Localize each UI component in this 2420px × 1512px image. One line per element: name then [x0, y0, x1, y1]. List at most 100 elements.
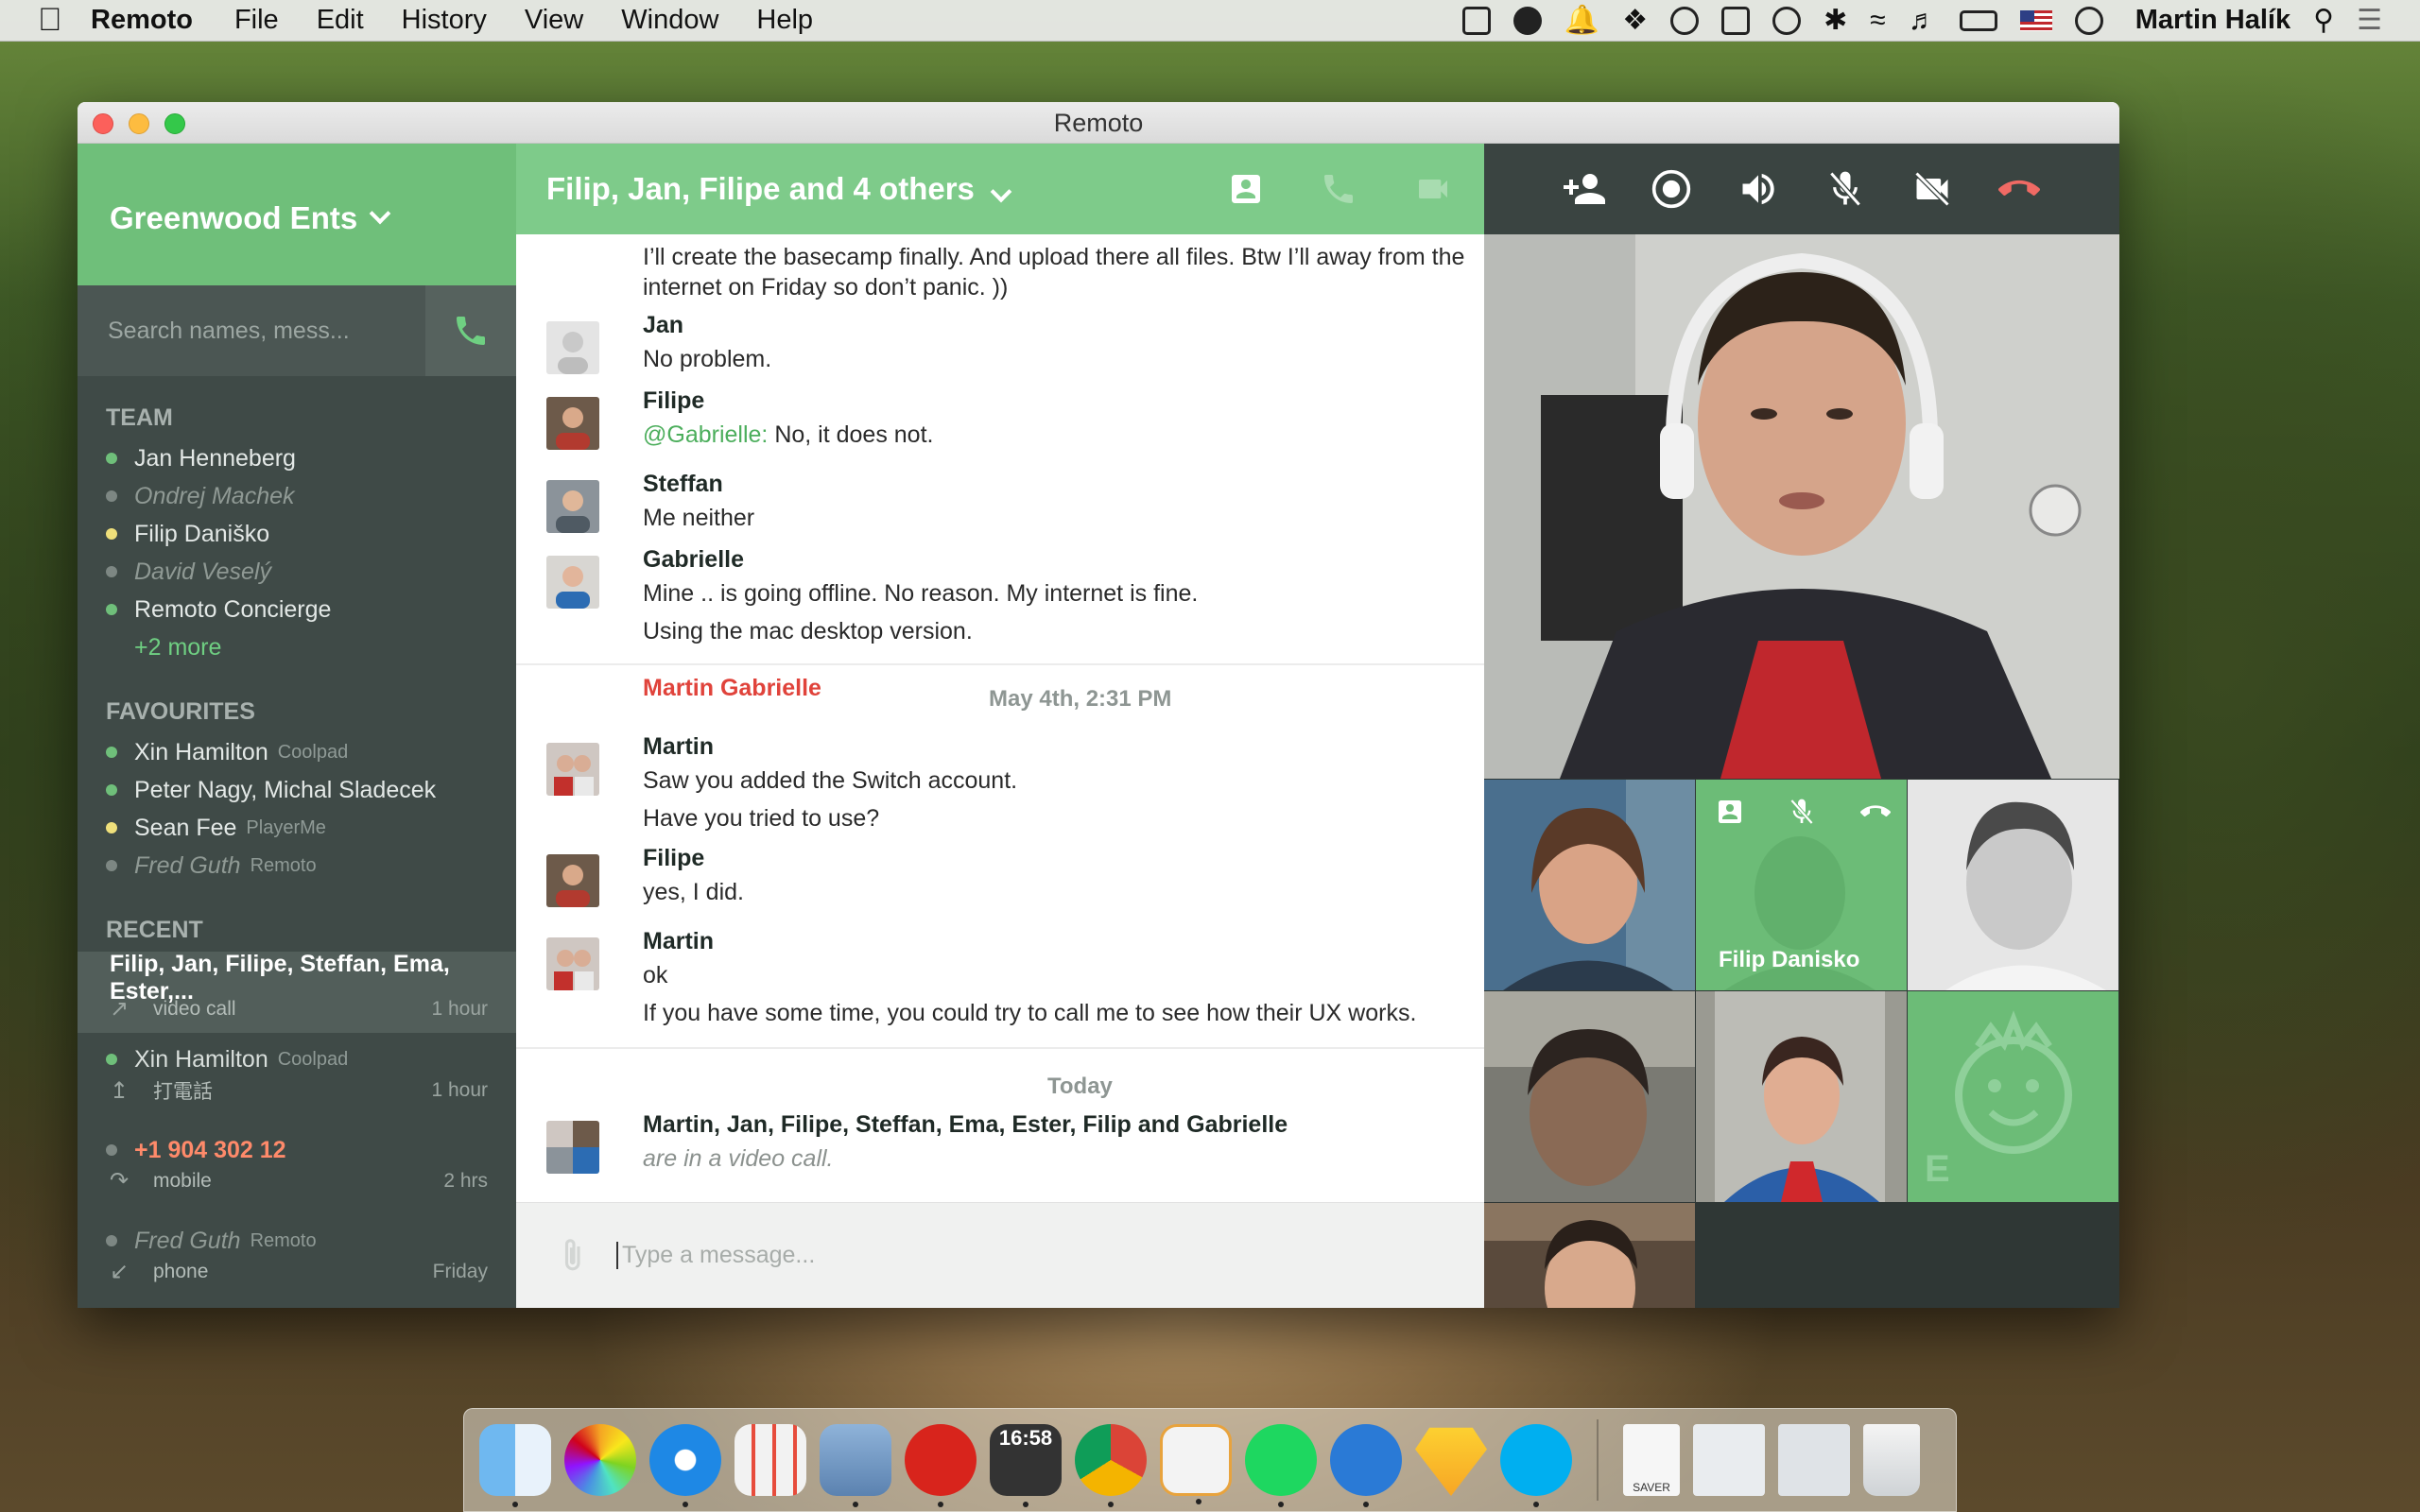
message-author[interactable]: Martin, Jan, Filipe, Steffan, Ema, Ester… [643, 1111, 1288, 1139]
skype-icon[interactable] [1500, 1424, 1572, 1507]
documents-stack-icon[interactable] [1693, 1424, 1765, 1496]
avatar[interactable] [546, 937, 599, 990]
team-member[interactable]: David Veselý [106, 553, 488, 591]
team-member[interactable]: Ondrej Machek [106, 477, 488, 515]
message-author[interactable]: Steffan [643, 471, 723, 498]
sketch-icon[interactable] [1415, 1427, 1487, 1496]
trash-icon[interactable] [1863, 1424, 1920, 1496]
menubar-user-name[interactable]: Martin Halík [2135, 5, 2290, 36]
menu-file[interactable]: File [234, 5, 279, 36]
favourite-contact[interactable]: Xin Hamilton Coolpad [106, 733, 488, 771]
favourite-contact[interactable]: Peter Nagy, Michal Sladecek [106, 771, 488, 809]
participant-tile-avatar[interactable]: E [1908, 991, 2118, 1202]
team-member[interactable]: Filip Daniško [106, 515, 488, 553]
mute-microphone-button[interactable] [1821, 164, 1870, 214]
account-icon[interactable] [1670, 6, 1700, 35]
add-participant-button[interactable] [1560, 164, 1609, 214]
avatar[interactable] [546, 854, 599, 907]
wifi-icon[interactable]: ≈ [1870, 5, 1885, 37]
message-author[interactable]: Gabrielle [643, 546, 744, 574]
avatar[interactable] [546, 556, 599, 609]
contact-card-icon[interactable] [1715, 797, 1745, 827]
participant-tile[interactable] [1696, 991, 1907, 1202]
apple-menu-icon[interactable]:  [38, 2, 91, 39]
favourite-contact[interactable]: Fred Guth Remoto [106, 847, 488, 885]
new-call-button[interactable] [425, 285, 516, 376]
menubar-app-name[interactable]: Remoto [91, 5, 193, 36]
message-author[interactable]: Martin [643, 733, 714, 761]
spotlight-search-icon[interactable]: ⚲ [2313, 4, 2334, 37]
shutdown-app-icon[interactable] [905, 1424, 977, 1507]
display-icon[interactable] [1721, 6, 1751, 35]
menu-edit[interactable]: Edit [317, 5, 364, 36]
hang-up-icon[interactable] [1858, 797, 1893, 827]
message-author[interactable]: Martin [643, 928, 714, 955]
zoom-window-button[interactable] [164, 113, 185, 134]
message-author[interactable]: Filipe [643, 845, 704, 872]
avatar[interactable] [546, 321, 599, 374]
contact-card-icon[interactable] [1227, 170, 1265, 208]
recent-item[interactable]: Fred Guth Remoto ↙ phone Friday [78, 1214, 516, 1305]
paperclip-icon[interactable] [560, 1237, 588, 1275]
volume-icon[interactable]: ♬ [1909, 5, 1937, 37]
safari-icon[interactable] [649, 1424, 721, 1507]
clock-app-icon[interactable]: 16:58 [990, 1424, 1062, 1507]
recent-item[interactable]: Filip, Jan, Filipe, Steffan, Ema, Ester,… [78, 951, 516, 1033]
preview-icon[interactable] [820, 1424, 891, 1507]
video-camera-icon[interactable] [1412, 170, 1454, 208]
team-member[interactable]: Jan Henneberg [106, 439, 488, 477]
recent-item[interactable]: Xin Hamilton Coolpad ↥ 打電話 1 hour [78, 1033, 516, 1124]
close-window-button[interactable] [93, 113, 113, 134]
microphone-off-icon[interactable] [1787, 797, 1817, 827]
power-icon[interactable] [1512, 6, 1542, 35]
dropbox-icon[interactable]: ❖ [1622, 4, 1648, 37]
minimize-window-button[interactable] [129, 113, 149, 134]
participant-tile[interactable] [1484, 780, 1695, 990]
menu-history[interactable]: History [402, 5, 487, 36]
team-member[interactable]: Remoto Concierge [106, 591, 488, 628]
participant-tile-focused[interactable]: Filip Danisko [1696, 780, 1907, 990]
input-source-flag-icon[interactable] [2019, 9, 2052, 31]
bluetooth-icon[interactable]: ✱ [1824, 4, 1847, 37]
favourite-contact[interactable]: Sean Fee PlayerMe [106, 809, 488, 847]
menu-help[interactable]: Help [756, 5, 813, 36]
avatar[interactable] [546, 480, 599, 533]
message-input[interactable] [616, 1242, 1484, 1269]
phone-icon[interactable] [1320, 170, 1357, 208]
battery-icon[interactable] [1959, 9, 1997, 31]
checklist-icon[interactable] [1461, 6, 1491, 35]
message-author[interactable]: Jan [643, 312, 683, 339]
workspace-switcher[interactable]: Greenwood Ents [78, 144, 516, 285]
downloads-stack-icon[interactable] [1778, 1424, 1850, 1496]
clock-icon[interactable] [2074, 6, 2103, 35]
notification-center-icon[interactable]: ☰ [2357, 4, 2382, 37]
launchpad-icon[interactable] [735, 1424, 806, 1496]
chrome-icon[interactable] [1075, 1424, 1147, 1507]
finder-icon[interactable] [479, 1424, 551, 1507]
avatar[interactable] [546, 743, 599, 796]
window-titlebar[interactable]: Remoto [78, 102, 2119, 144]
team-more-link[interactable]: +2 more [106, 628, 488, 666]
notification-bell-icon[interactable]: 🔔 [1564, 4, 1599, 37]
recent-item[interactable]: +1 904 302 12 ↷ mobile 2 hrs [78, 1124, 516, 1214]
message-author[interactable]: Filipe [643, 387, 704, 415]
photos-icon[interactable] [564, 1424, 636, 1496]
speaker-button[interactable] [1734, 164, 1783, 214]
system-participant-name[interactable]: Martin Gabrielle [643, 675, 821, 702]
avatar[interactable] [546, 397, 599, 450]
mention-link[interactable]: @Gabrielle: [643, 421, 768, 448]
menu-window[interactable]: Window [621, 5, 718, 36]
main-participant-video[interactable] [1484, 234, 2119, 779]
participant-tile[interactable] [1484, 991, 1695, 1202]
hang-up-button[interactable] [1995, 164, 2044, 214]
participant-tile[interactable] [1908, 780, 2118, 990]
screensaver-file-icon[interactable]: SAVER [1623, 1424, 1680, 1496]
menu-view[interactable]: View [525, 5, 583, 36]
record-button[interactable] [1647, 164, 1696, 214]
conversation-title-dropdown[interactable]: Filip, Jan, Filipe and 4 others [546, 171, 1012, 207]
slack-icon[interactable] [1160, 1424, 1232, 1504]
simplenote-icon[interactable] [1330, 1424, 1402, 1507]
group-avatar[interactable] [546, 1121, 599, 1174]
search-input[interactable] [78, 285, 425, 376]
participant-tile[interactable] [1484, 1203, 1695, 1308]
